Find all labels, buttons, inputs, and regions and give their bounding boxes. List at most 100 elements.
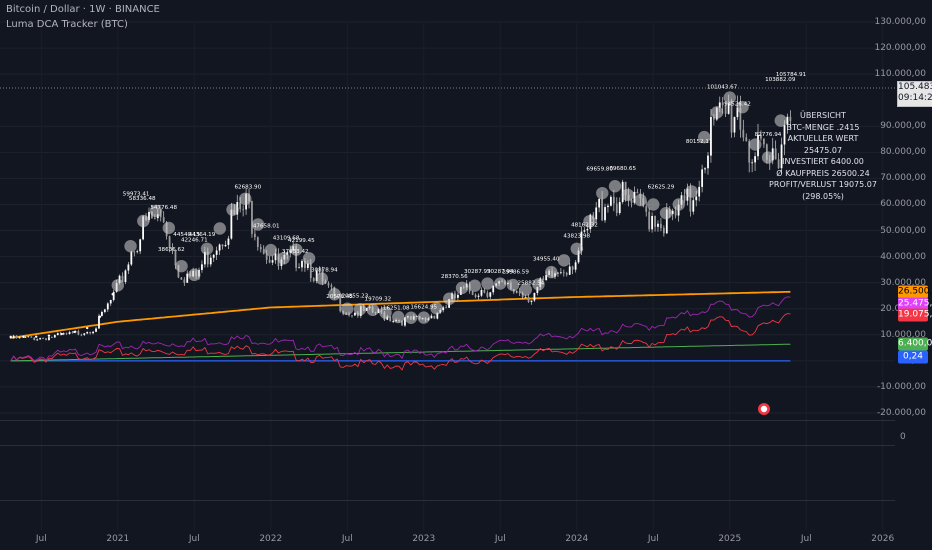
price-axis-label: 90.000,00 xyxy=(880,121,926,132)
candle-down xyxy=(445,307,448,309)
time-axis-label: 2023 xyxy=(412,534,436,544)
dca-buy-marker xyxy=(392,310,405,324)
candle-up xyxy=(610,196,612,206)
overview-row-label: INVESTIERT xyxy=(782,157,829,166)
candle-down xyxy=(221,244,224,247)
dca-buy-marker xyxy=(634,193,647,207)
price-axis-label: 80.000,00 xyxy=(880,147,926,158)
sub-pane-separator xyxy=(0,445,895,446)
series-value-tag: 0,24 xyxy=(898,350,928,364)
dca-buy-marker xyxy=(175,259,188,273)
candle-down xyxy=(683,195,686,201)
candle-down xyxy=(660,223,662,229)
dca-buy-marker xyxy=(659,206,673,220)
candle-down xyxy=(648,211,651,230)
candle-down xyxy=(471,291,474,295)
dca-buy-marker xyxy=(468,279,481,292)
price-annotation: 58336.48 xyxy=(129,196,156,202)
price-annotation: 80152.11 xyxy=(686,139,713,145)
overview-row: INVESTIERT 6400.00 xyxy=(768,156,878,168)
candle-up xyxy=(53,335,56,338)
candle-up xyxy=(95,328,97,332)
candle-up xyxy=(695,196,698,201)
series-value-tag: 6.400,00 xyxy=(898,337,932,351)
candle-up xyxy=(707,155,709,169)
candle-up xyxy=(559,272,562,274)
candle-down xyxy=(71,332,74,333)
dca-buy-marker xyxy=(685,185,698,198)
candle-down xyxy=(762,138,765,145)
candle-down xyxy=(180,277,183,280)
candle-up xyxy=(106,303,109,310)
overview-row-value: 26500.24 xyxy=(829,168,870,178)
price-annotation: 19709.32 xyxy=(365,296,392,302)
candle-down xyxy=(312,278,315,282)
overview-row: AKTUELLER WERT 25475.07 xyxy=(768,133,878,156)
candle-up xyxy=(18,336,21,339)
price-annotation: 48162.32 xyxy=(571,222,598,228)
candle-down xyxy=(730,103,733,133)
price-axis-label: -20.000,00 xyxy=(876,408,926,418)
dca-buy-marker xyxy=(481,277,494,290)
overview-row: Ø KAUFPREIS 26500.24 xyxy=(768,168,878,180)
time-axis-label: Jul xyxy=(494,534,506,544)
price-axis-label: 120.000,00 xyxy=(874,43,926,54)
last-price-value: 105.483,68 xyxy=(898,82,932,92)
candle-up xyxy=(36,339,39,341)
dca-buy-dot xyxy=(73,330,76,334)
price-axis-label: 60.000,00 xyxy=(880,199,926,210)
overview-row-value: .2415 xyxy=(834,122,860,132)
candle-down xyxy=(259,247,262,250)
price-annotation: 38636.62 xyxy=(158,247,185,253)
dca-buy-marker xyxy=(596,186,609,200)
candle-down xyxy=(254,233,256,238)
dca-buy-marker xyxy=(111,279,125,292)
candle-down xyxy=(45,338,47,340)
candle-down xyxy=(153,218,156,219)
overview-row-label: BTC-MENGE xyxy=(786,122,835,132)
dca-buy-marker xyxy=(124,239,137,253)
dca-buy-marker xyxy=(226,203,239,216)
symbol-title[interactable]: Bitcoin / Dollar · 1W · BINANCE xyxy=(6,4,160,15)
candle-down xyxy=(654,216,656,227)
overview-panel: ÜBERSICHT BTC-MENGE .2415 AKTUELLER WERT … xyxy=(768,110,878,202)
candle-down xyxy=(636,191,639,194)
price-chart[interactable]: 59973.4158336.4854776.4844540.1544364.19… xyxy=(0,0,932,550)
candle-up xyxy=(618,202,621,214)
price-annotation: 62625.29 xyxy=(648,185,675,191)
candle-down xyxy=(351,315,353,317)
dca-buy-marker xyxy=(557,254,571,267)
candle-down xyxy=(601,198,603,221)
candle-up xyxy=(515,291,518,293)
dca-buy-marker xyxy=(137,214,150,228)
price-annotation: 43823.98 xyxy=(563,234,590,240)
overview-row-label: Ø KAUFPREIS xyxy=(776,168,830,178)
price-annotation: 25882.54 xyxy=(518,280,545,286)
candle-down xyxy=(562,272,565,274)
overview-row-label: PROFIT/VERLUST xyxy=(769,180,837,189)
time-axis-label: Jul xyxy=(341,534,353,544)
candle-down xyxy=(162,217,165,223)
last-price-tag: 105.483,68 09:14:23 xyxy=(897,81,932,107)
candle-up xyxy=(86,331,89,334)
price-annotation: 69680.65 xyxy=(609,166,636,172)
indicator-series xyxy=(10,290,791,371)
candle-down xyxy=(662,228,665,234)
candle-up xyxy=(607,205,609,208)
candle-down xyxy=(330,285,333,287)
candle-up xyxy=(101,311,103,316)
overview-row-value: 25475.07 xyxy=(803,145,843,155)
price-annotation: 94526.42 xyxy=(724,101,751,107)
candle-down xyxy=(33,337,36,341)
indicator-title[interactable]: Luma DCA Tracker (BTC) xyxy=(6,19,128,30)
time-axis-label: Jul xyxy=(647,534,659,544)
price-annotation: 37933.42 xyxy=(282,249,309,255)
dca-buy-marker xyxy=(545,265,558,279)
candle-down xyxy=(565,273,568,275)
time-axis-label: Jul xyxy=(188,534,200,544)
candle-up xyxy=(489,292,492,297)
candle-up xyxy=(651,216,653,230)
time-axis-label: 2022 xyxy=(259,534,283,544)
candle-down xyxy=(486,292,489,297)
candle-up xyxy=(430,315,433,319)
